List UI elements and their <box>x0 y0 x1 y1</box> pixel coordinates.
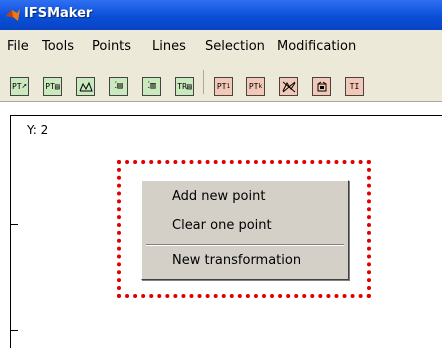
point-one-icon[interactable]: PT 1 <box>214 77 233 96</box>
menu-item-new-transformation[interactable]: New transformation <box>172 253 301 268</box>
point-k-icon[interactable]: PT k <box>246 77 265 96</box>
window-title: IFSMaker <box>24 6 93 21</box>
matlab-icon <box>5 7 21 23</box>
context-menu: Add new point Clear one point New transf… <box>141 180 349 280</box>
toolbar-separator <box>203 70 204 94</box>
point-k-label: PT <box>248 81 259 91</box>
menu-points[interactable]: Points <box>92 39 131 54</box>
menu-tools[interactable]: Tools <box>42 39 74 54</box>
transform-list-label: TR <box>177 81 187 91</box>
transform-list-icon[interactable]: TR ▤ <box>175 77 194 96</box>
menu-lines[interactable]: Lines <box>152 39 186 54</box>
y-tick <box>10 224 18 225</box>
point-list-icon[interactable]: PT ▤ <box>43 77 62 96</box>
transform-icon[interactable]: TI <box>345 77 364 96</box>
crossed-shape-icon[interactable] <box>279 77 298 96</box>
menu-bar: File Tools Points Lines Selection Modifi… <box>0 30 442 62</box>
menu-file[interactable]: File <box>7 39 29 54</box>
point-table-icon[interactable]: ⁚▥ <box>142 77 161 96</box>
title-bar: IFSMaker <box>0 0 442 30</box>
point-one-label: PT <box>216 81 227 91</box>
menu-modification[interactable]: Modification <box>277 39 356 54</box>
menu-item-clear-one-point[interactable]: Clear one point <box>172 218 272 233</box>
point-arrow-label: PT <box>11 81 22 91</box>
plot-top-border <box>10 115 442 116</box>
point-list-label: PT <box>45 81 55 91</box>
menu-item-add-new-point[interactable]: Add new point <box>172 189 265 204</box>
y-coordinate-readout: Y: 2 <box>27 123 49 137</box>
y-axis <box>10 115 11 348</box>
y-tick <box>10 330 18 331</box>
point-arrow-icon[interactable]: PT ↗ <box>10 77 29 96</box>
toolbar: PT ↗ PT ▤ ⁚▤ ⁚▥ TR ▤ PT 1 PT k TI <box>0 62 442 102</box>
transform-label: TI <box>349 81 360 91</box>
menu-selection[interactable]: Selection <box>205 39 265 54</box>
polygon-icon[interactable] <box>76 77 95 96</box>
cube-icon[interactable] <box>312 77 331 96</box>
point-grid-icon[interactable]: ⁚▤ <box>109 77 128 96</box>
menu-separator <box>146 244 344 246</box>
